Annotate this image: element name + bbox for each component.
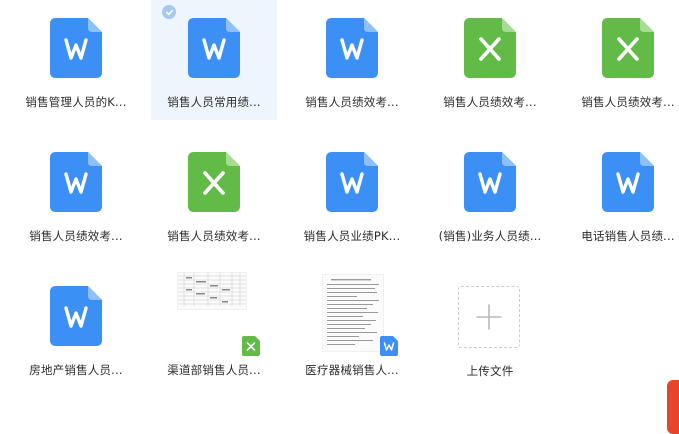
file-name: 渠道部销售人员... (167, 363, 261, 377)
file-name: 销售人员业绩PK... (303, 229, 401, 243)
file-name: 医疗器械销售人... (305, 363, 399, 377)
file-name: 销售人员常用绩... (167, 95, 261, 109)
upload-label: 上传文件 (466, 364, 514, 378)
file-name: 房地产销售人员... (29, 363, 123, 377)
word-file-icon (326, 152, 378, 212)
word-file-icon (50, 286, 102, 346)
file-tile[interactable]: 销售人员绩效考... (151, 134, 277, 254)
file-name: 销售人员绩效考... (305, 95, 399, 109)
file-tile[interactable]: 电话销售人员绩... (565, 134, 679, 254)
file-name: (销售)业务人员绩... (438, 229, 542, 243)
excel-file-icon (464, 18, 516, 78)
file-tile-selected[interactable]: 销售人员常用绩... (151, 0, 277, 120)
word-file-icon (602, 152, 654, 212)
upload-button[interactable] (458, 286, 520, 348)
file-tile-thumbnail[interactable]: 医疗器械销售人... (289, 268, 415, 388)
file-name: 销售人员绩效考... (29, 229, 123, 243)
file-tile[interactable]: 销售人员绩效考... (289, 0, 415, 120)
word-file-icon (464, 152, 516, 212)
file-name: 销售管理人员的K... (25, 95, 127, 109)
excel-file-icon (602, 18, 654, 78)
word-file-icon (326, 18, 378, 78)
plus-icon (476, 304, 502, 330)
word-file-icon (50, 18, 102, 78)
file-tile[interactable]: 销售管理人员的K... (13, 0, 139, 120)
file-tile[interactable]: 销售人员绩效考... (565, 0, 679, 120)
file-tile[interactable]: (销售)业务人员绩... (427, 134, 553, 254)
word-file-icon (50, 152, 102, 212)
document-thumbnail (322, 274, 384, 352)
file-name: 销售人员绩效考... (581, 95, 675, 109)
selected-check-icon[interactable] (162, 5, 176, 19)
file-tile[interactable]: 销售人员绩效考... (13, 134, 139, 254)
excel-badge-icon (242, 336, 260, 356)
file-tile[interactable]: 销售人员绩效考... (427, 0, 553, 120)
file-name: 销售人员绩效考... (443, 95, 537, 109)
spreadsheet-thumbnail (177, 272, 247, 310)
file-name: 销售人员绩效考... (167, 229, 261, 243)
file-name: 电话销售人员绩... (581, 229, 675, 243)
word-badge-icon (380, 336, 398, 356)
side-tab[interactable] (667, 380, 679, 434)
file-grid: 销售管理人员的K... 销售人员常用绩... 销售人员绩效考... 销售人员绩效… (0, 0, 679, 434)
excel-file-icon (188, 152, 240, 212)
file-tile[interactable]: 销售人员业绩PK... (289, 134, 415, 254)
file-tile[interactable]: 房地产销售人员... (13, 268, 139, 388)
word-file-icon (188, 18, 240, 78)
file-tile-thumbnail[interactable]: 渠道部销售人员... (151, 268, 277, 388)
